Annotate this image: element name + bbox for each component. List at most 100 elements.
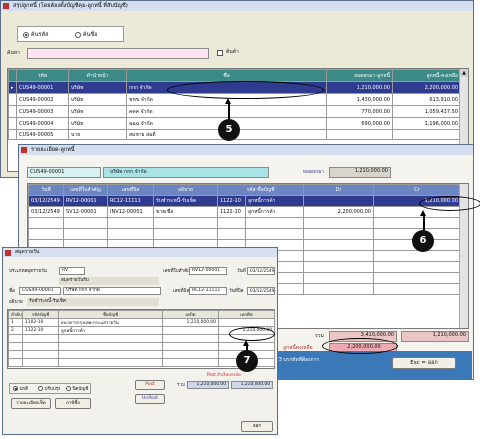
cell: RV12-00001 <box>63 195 108 207</box>
radio-circle[interactable] <box>38 386 43 391</box>
cell: ธนาคารกรุงเทพ-กระแสรายวัน <box>58 318 163 327</box>
post-status-text: Post สำเร็จบรรบัด <box>207 372 241 377</box>
cell <box>218 318 275 327</box>
cell: ลูกหนี้การค้า <box>58 326 163 335</box>
cell: 1122-10 <box>22 326 59 335</box>
checkbox-label: ค้นด้า <box>226 49 239 55</box>
scroll-up-arrow[interactable]: ▲ <box>460 69 468 77</box>
voucher-field[interactable]: RV12-00001 <box>189 267 227 275</box>
radio-normal[interactable]: ปกติ <box>13 386 28 393</box>
date-field[interactable]: 03/12/2549 <box>247 267 275 275</box>
window-titlebar: สรุปลูกหนี้ (โดยต้องตั้งบัญชีคุม-ลูกหนี้… <box>1 1 473 11</box>
col-header[interactable]: รหัส-ชื่อบัญชี <box>217 184 304 196</box>
cell: 1 <box>8 318 23 327</box>
sum-credit-field: 1,210,000.00 <box>231 381 273 389</box>
col-header[interactable]: วันที่ <box>28 184 64 196</box>
customer-code-field[interactable]: CUS49-00001 <box>27 167 101 178</box>
callout-7-badge: 7 <box>236 350 258 372</box>
customer-name-field[interactable]: บริษัท กกก จำกัด <box>103 167 269 178</box>
col-header[interactable]: ลำดับ <box>8 310 23 319</box>
cell: คคค จำกัด <box>126 105 327 118</box>
entry-type-group: ปกติ ปรับปรุง ปิดบัญชี <box>9 383 91 394</box>
radio-search-code[interactable]: ค้นรหัส <box>23 31 48 39</box>
billdate-field[interactable]: 03/12/2549 <box>247 287 275 295</box>
name-code-field[interactable]: CUS49-00001 <box>19 287 61 295</box>
exit-button[interactable]: ออก <box>241 421 273 432</box>
table-row[interactable]: 1 1102-10 ธนาคารกรุงเทพ-กระแสรายวัน 1,21… <box>8 318 275 327</box>
cell: 2 <box>8 326 23 335</box>
total-label: รวม <box>315 333 324 339</box>
cell: 1,210,000.00 <box>162 318 219 327</box>
cell: 613,910.00 <box>392 93 461 106</box>
window-titlebar: สมุดรายวัน <box>3 248 277 257</box>
col-header[interactable]: เลขที่ใบสำคัญ <box>63 184 108 196</box>
col-header[interactable]: รหัสบัญชี <box>22 310 59 319</box>
radio-circle[interactable] <box>66 386 71 391</box>
cell: 03/12/2549 <box>28 195 64 207</box>
search-input[interactable] <box>27 48 209 59</box>
total-cr-field: 1,210,000.00 <box>401 331 469 342</box>
check-detail-button[interactable]: รายละเอียดเช็ค <box>11 398 51 409</box>
cell: 1102-10 <box>22 318 59 327</box>
callout-5-badge: 5 <box>218 119 240 141</box>
col-header[interactable]: รหัส <box>16 69 69 82</box>
cell: รับชำระหนี้-รับเช็ค <box>153 195 218 207</box>
cell: บริษัท <box>68 93 127 106</box>
radio-search-name[interactable]: ค้นชื่อ <box>75 31 97 39</box>
name-field[interactable]: บริษัท กกก จำกัด <box>63 287 161 295</box>
cell: บริษัท <box>68 81 127 94</box>
radio-label: ปกติ <box>19 387 29 392</box>
desc-field[interactable]: รับชำระหนี้-รับเช็ค <box>27 298 159 306</box>
radio-close[interactable]: ปิดบัญชี <box>66 386 88 393</box>
window-title: รายละเอียด-ลูกหนี้ <box>31 147 75 153</box>
cell: ลูกหนี้การค้า <box>245 195 304 207</box>
desc-label: อธิบาย <box>9 300 23 305</box>
cell: SV12-00001 <box>63 206 108 218</box>
window-title: สมุดรายวัน <box>15 249 40 255</box>
callout-6-ellipse <box>419 196 480 211</box>
search-mode-group: ค้นรหัส ค้นชื่อ <box>17 26 124 42</box>
journal-code-field[interactable]: RV <box>59 267 85 275</box>
cell: 1,430,000.00 <box>326 93 393 106</box>
col-header[interactable]: Cr <box>373 184 461 196</box>
app-icon <box>3 3 9 9</box>
radio-adjust[interactable]: ปรับปรุง <box>38 386 60 393</box>
col-header[interactable]: เดบิต <box>162 310 219 319</box>
col-header[interactable]: Dr <box>303 184 374 196</box>
row-pointer: ▸ <box>8 81 17 94</box>
cell: 1,210,000.00 <box>326 81 393 94</box>
table-row[interactable]: CUS49-00003 บริษัท คคค จำกัด 770,000.00 … <box>8 105 461 118</box>
post-button[interactable]: Post <box>135 380 165 390</box>
cell: 03/12/2549 <box>28 206 64 218</box>
radio-circle[interactable] <box>13 386 18 391</box>
col-header[interactable]: ชื่อ <box>126 69 327 82</box>
col-header[interactable]: เลขที่บิล <box>107 184 154 196</box>
opening-balance-field: 1,210,000.00 <box>329 167 391 178</box>
purchase-tax-button[interactable]: ภาษีซื้อ <box>55 398 91 409</box>
radio-label: ค้นรหัส <box>30 32 49 38</box>
cell: CUS49-00003 <box>16 105 69 118</box>
cell: ลูกหนี้การค้า <box>245 206 304 218</box>
col-header[interactable]: ชื่อบัญชี <box>58 310 163 319</box>
col-header[interactable]: เครดิต <box>218 310 275 319</box>
exit-button[interactable]: Esc = ออก <box>392 357 456 369</box>
radio-label: ปรับปรุง <box>44 387 61 392</box>
cell <box>392 129 461 140</box>
radio-circle[interactable] <box>75 31 81 38</box>
search-checkbox[interactable] <box>217 50 223 56</box>
radio-circle[interactable] <box>23 31 29 38</box>
sum-label: รวม <box>177 383 186 388</box>
col-header[interactable]: ลูกหนี้-คงเหลือ <box>392 69 461 82</box>
col-header[interactable]: ยอดยกมา-ลูกหนี้ <box>326 69 393 82</box>
col-header[interactable]: คำนำหน้า <box>68 69 127 82</box>
cell: ขายเชื่อ <box>153 206 218 218</box>
cell: บริษัท <box>68 105 127 118</box>
unpost-button[interactable]: UnPost <box>135 394 165 404</box>
app-icon <box>21 147 27 153</box>
cell: CUS49-00001 <box>16 81 69 94</box>
app-icon <box>5 250 11 256</box>
bill-field[interactable]: RC12-11111 <box>189 287 227 295</box>
table-row-selected[interactable]: 03/12/2549 RV12-00001 RC12-11111 รับชำระ… <box>28 195 461 207</box>
col-header[interactable]: อธิบาย <box>153 184 218 196</box>
table-row[interactable]: 03/12/2549 SV12-00001 INV12-00001 ขายเชื… <box>28 206 461 218</box>
